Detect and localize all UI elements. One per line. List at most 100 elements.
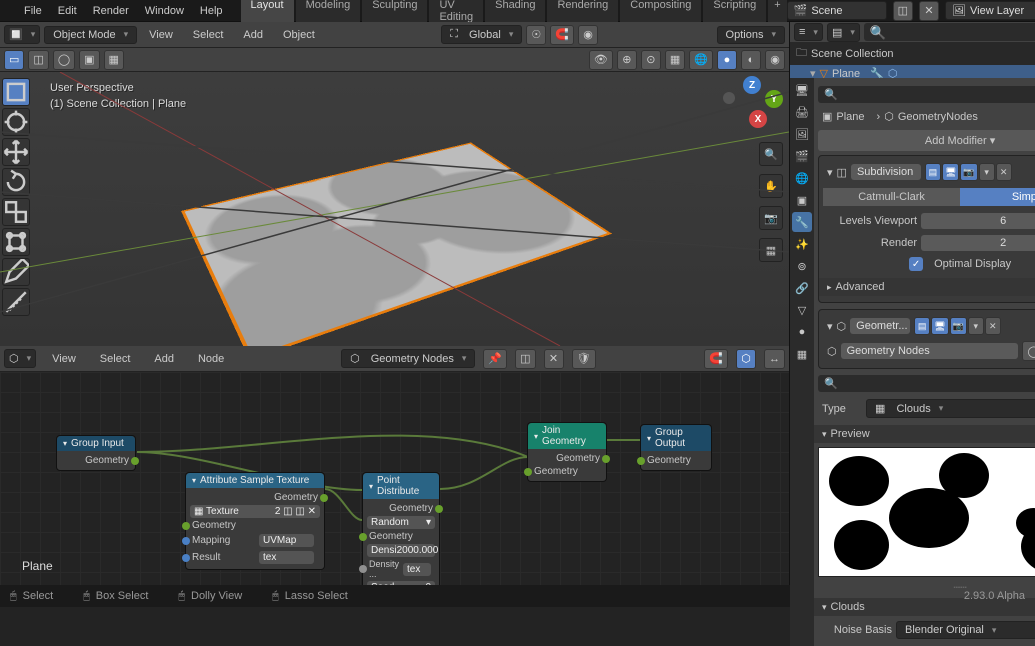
ptab-particles-icon[interactable]: ✨ (792, 234, 812, 254)
orientation-dropdown[interactable]: ⛶ Global (441, 25, 522, 44)
tool-select-box[interactable] (2, 78, 30, 106)
shade-rendered-icon[interactable]: ◉ (765, 50, 785, 70)
persp-ortho-icon[interactable]: ▦ (759, 238, 783, 262)
ne-overlay-icon[interactable]: ⬡ (736, 349, 756, 369)
options-dropdown[interactable]: Options (717, 26, 785, 44)
noise-basis-dropdown[interactable]: Blender Original (896, 621, 1035, 639)
ptab-modifier-icon[interactable]: 🔧 (792, 212, 812, 232)
mod-delete-icon[interactable]: ✕ (996, 163, 1012, 181)
nodetree-pin-icon[interactable]: 📌 (483, 349, 507, 369)
shade-wire-icon[interactable]: 🌐 (689, 50, 713, 70)
select-invert-icon[interactable]: ▣ (79, 50, 99, 70)
camera-view-icon[interactable]: 📷 (759, 206, 783, 230)
ptab-physics-icon[interactable]: ⊚ (792, 256, 812, 276)
ptab-render-icon[interactable]: 🖥 (792, 80, 812, 100)
pan-hand-icon[interactable]: ✋ (759, 174, 783, 198)
menu-file[interactable]: File (16, 2, 50, 20)
node-group-output[interactable]: Group Output Geometry (640, 424, 712, 471)
levels-render-field[interactable]: 2 (921, 235, 1035, 251)
select-circle-icon[interactable]: ◯ (53, 50, 75, 70)
outliner-type[interactable]: ≡ (794, 23, 823, 41)
mod-vis-edit-icon[interactable]: ▤ (914, 317, 930, 335)
proportional-edit-button[interactable]: ◉ (578, 25, 598, 45)
node-tree-selector[interactable]: ⬡ Geometry Nodes (341, 349, 475, 368)
ptab-output-icon[interactable]: 🖨 (792, 102, 812, 122)
optimal-display-check[interactable]: ✓ (909, 257, 923, 271)
overlays-toggle-icon[interactable]: ⊙ (641, 50, 661, 70)
shade-matprev-icon[interactable]: ◐ (741, 50, 761, 70)
node-header[interactable]: Attribute Sample Texture (186, 473, 324, 488)
scene-new-icon[interactable]: ◫ (893, 1, 913, 21)
pivot-button[interactable]: ☉ (526, 25, 546, 45)
outliner-search[interactable] (864, 23, 1035, 41)
node-editor-type[interactable]: ⬡ (4, 349, 36, 368)
scene-del-icon[interactable]: ✕ (919, 1, 939, 21)
select-tool-icon[interactable]: ▭ (4, 50, 24, 70)
node-group-input[interactable]: Group Input Geometry (56, 435, 136, 471)
ptab-data-icon[interactable]: ▽ (792, 300, 812, 320)
mod-vis-edit-icon[interactable]: ▤ (925, 163, 941, 181)
tool-cursor[interactable] (2, 108, 30, 136)
ne-menu-node[interactable]: Node (190, 350, 232, 368)
tool-transform[interactable] (2, 228, 30, 256)
ptab-constraints-icon[interactable]: 🔗 (792, 278, 812, 298)
nodetree-browse-icon[interactable]: ◯ (1022, 341, 1035, 361)
tool-measure[interactable] (2, 288, 30, 316)
view-camera-icon[interactable]: 👁 (589, 50, 613, 70)
vp-menu-object[interactable]: Object (275, 26, 323, 44)
mod-vis-render-icon[interactable]: 📷 (960, 163, 977, 181)
3d-viewport[interactable]: 🔲 Object Mode View Select Add Object ⛶ G… (0, 22, 789, 346)
dist-mode-field[interactable]: Random▾ (367, 516, 435, 529)
shade-solid-icon[interactable]: ● (717, 50, 737, 70)
subdiv-advanced-panel[interactable]: Advanced (819, 278, 1035, 296)
axis-y-icon[interactable]: Y (765, 90, 783, 108)
viewlayer-field[interactable]: 🖼View Layer (945, 1, 1035, 20)
ne-arrow-icon[interactable]: ↔ (764, 349, 785, 369)
tex-search[interactable]: 🔍 (818, 375, 1035, 392)
prop-search[interactable]: 🔍 (818, 86, 1035, 103)
ptab-object-icon[interactable]: ▣ (792, 190, 812, 210)
ne-menu-select[interactable]: Select (92, 350, 139, 368)
subdiv-type-toggle[interactable]: Catmull-ClarkSimple (823, 188, 1035, 206)
levels-viewport-field[interactable]: 6 (921, 213, 1035, 229)
tool-scale[interactable] (2, 198, 30, 226)
result-field[interactable]: tex (259, 551, 314, 564)
node-header[interactable]: Group Output (641, 425, 711, 451)
vp-menu-view[interactable]: View (141, 26, 181, 44)
mode-dropdown[interactable]: Object Mode (44, 26, 137, 44)
node-header[interactable]: Join Geometry (528, 423, 606, 449)
scene-field[interactable]: 🎬Scene (787, 1, 887, 20)
ptab-scene-icon[interactable]: 🎬 (792, 146, 812, 166)
menu-window[interactable]: Window (137, 2, 192, 20)
editor-type-dropdown[interactable]: 🔲 (4, 25, 40, 44)
mod-name-field[interactable]: Geometr... (850, 318, 910, 334)
select-intersect-icon[interactable]: ▦ (104, 50, 124, 70)
mod-delete-icon[interactable]: ✕ (985, 317, 1001, 335)
nodetree-copy-icon[interactable]: ◫ (515, 349, 535, 369)
axis-neg-icon[interactable] (723, 92, 735, 104)
vp-menu-select[interactable]: Select (185, 26, 232, 44)
mod-vis-render-icon[interactable]: 📷 (950, 317, 967, 335)
mod-extra-icon[interactable]: ▾ (979, 163, 995, 181)
tool-move[interactable] (2, 138, 30, 166)
menu-render[interactable]: Render (85, 2, 137, 20)
nodetree-fake-icon[interactable]: 🛡 (572, 349, 596, 369)
menu-edit[interactable]: Edit (50, 2, 85, 20)
mod-extra-icon[interactable]: ▾ (968, 317, 984, 335)
seed-field[interactable]: Seed0 (367, 581, 435, 585)
density-field[interactable]: Densi2000.000 (367, 544, 435, 557)
ptab-world-icon[interactable]: 🌐 (792, 168, 812, 188)
ne-menu-view[interactable]: View (44, 350, 84, 368)
ptab-texture-icon[interactable]: ▦ (792, 344, 812, 364)
xray-icon[interactable]: ▦ (665, 50, 685, 70)
vp-menu-add[interactable]: Add (235, 26, 271, 44)
density-attr-field[interactable]: tex (403, 563, 431, 576)
node-header[interactable]: Group Input (57, 436, 135, 451)
tool-annotate[interactable] (2, 258, 30, 286)
nodetree-field[interactable]: Geometry Nodes (841, 343, 1019, 359)
mod-vis-real-icon[interactable]: 🖥 (942, 163, 959, 181)
ptab-viewlayer-icon[interactable]: 🖼 (792, 124, 812, 144)
mod-vis-real-icon[interactable]: 🖥 (931, 317, 948, 335)
ne-menu-add[interactable]: Add (146, 350, 182, 368)
outliner-root[interactable]: 🗀Scene Collection (790, 42, 1035, 65)
